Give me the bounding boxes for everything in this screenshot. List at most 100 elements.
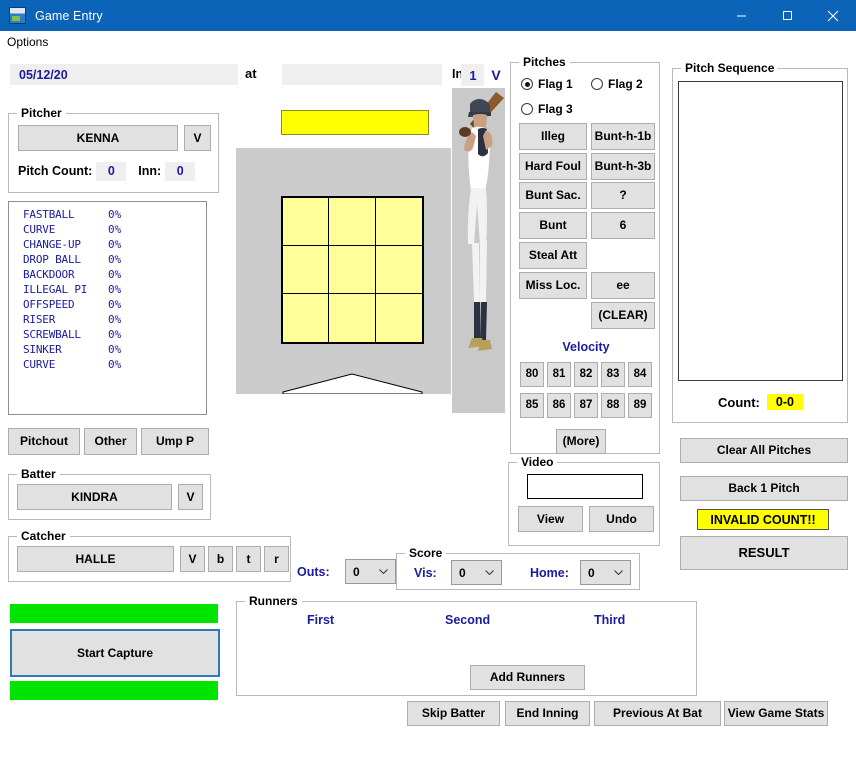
bunt-button[interactable]: Bunt — [519, 212, 587, 239]
pitch-type-list[interactable]: FASTBALL 0% CURVE 0% CHANGE-UP 0% DROP BALL… — [8, 201, 207, 415]
strike-zone-grid[interactable] — [281, 196, 424, 344]
outs-value: 0 — [353, 564, 360, 579]
view-game-stats-button[interactable]: View Game Stats — [724, 701, 828, 726]
list-item[interactable]: FASTBALL 0% — [9, 207, 206, 222]
bunt-h-3b-button[interactable]: Bunt-h-3b — [591, 153, 655, 180]
list-item[interactable]: DROP BALL 0% — [9, 252, 206, 267]
list-item[interactable]: OFFSPEED 0% — [9, 297, 206, 312]
header-inning-value[interactable]: 1 — [461, 64, 485, 86]
velocity-84-button[interactable]: 84 — [628, 362, 652, 387]
zone-cell-2[interactable] — [329, 198, 376, 246]
zone-cell-1[interactable] — [283, 198, 330, 246]
velocity-87-button[interactable]: 87 — [574, 393, 598, 418]
miss-loc-button[interactable]: Miss Loc. — [519, 272, 587, 299]
minimize-icon[interactable] — [718, 0, 764, 31]
more-velocity-button[interactable]: (More) — [556, 429, 606, 454]
video-input[interactable] — [527, 474, 643, 499]
back-one-pitch-button[interactable]: Back 1 Pitch — [680, 476, 848, 501]
catcher-dropdown-button[interactable]: V — [180, 546, 205, 572]
header-inning-dropdown[interactable]: V — [484, 64, 508, 86]
count-row: Count: 0-0 — [678, 391, 843, 413]
zone-cell-9[interactable] — [375, 294, 422, 342]
list-item[interactable]: CURVE 0% — [9, 357, 206, 372]
zone-cell-4[interactable] — [283, 246, 330, 294]
close-icon[interactable] — [810, 0, 856, 31]
menu-item-options[interactable]: Options — [0, 35, 55, 49]
home-score-select[interactable]: 0 — [580, 560, 631, 585]
flag-2-label: Flag 2 — [608, 77, 643, 91]
velocity-82-button[interactable]: 82 — [574, 362, 598, 387]
velocity-83-button[interactable]: 83 — [601, 362, 625, 387]
visitor-label: Vis: — [414, 566, 437, 580]
start-capture-button[interactable]: Start Capture — [10, 629, 220, 677]
ee-button[interactable]: ee — [591, 272, 655, 299]
bunt-sac-button[interactable]: Bunt Sac. — [519, 182, 587, 209]
zone-cell-7[interactable] — [283, 294, 330, 342]
zone-cell-6[interactable] — [375, 246, 422, 294]
pitch-type-pct: 0% — [108, 358, 122, 371]
illeg-button[interactable]: Illeg — [519, 123, 587, 150]
pitch-type-name: SCREWBALL — [23, 328, 81, 341]
six-button[interactable]: 6 — [591, 212, 655, 239]
skip-batter-button[interactable]: Skip Batter — [407, 701, 500, 726]
clear-all-pitches-button[interactable]: Clear All Pitches — [680, 438, 848, 463]
pitches-group: Pitches Flag 1 Flag 2 Flag 3 Illeg Hard … — [510, 55, 660, 454]
pitcher-dropdown-button[interactable]: V — [184, 125, 211, 151]
zone-cell-5[interactable] — [329, 246, 376, 294]
catcher-b-button[interactable]: b — [208, 546, 233, 572]
velocity-85-button[interactable]: 85 — [520, 393, 544, 418]
previous-at-bat-button[interactable]: Previous At Bat — [594, 701, 721, 726]
flag-1-radio[interactable]: Flag 1 — [521, 77, 573, 91]
zone-cell-8[interactable] — [329, 294, 376, 342]
clear-button[interactable]: (CLEAR) — [591, 302, 655, 329]
other-button[interactable]: Other — [84, 428, 137, 455]
velocity-89-button[interactable]: 89 — [628, 393, 652, 418]
velocity-86-button[interactable]: 86 — [547, 393, 571, 418]
velocity-80-button[interactable]: 80 — [520, 362, 544, 387]
list-item[interactable]: SINKER 0% — [9, 342, 206, 357]
unknown-button[interactable]: ? — [591, 182, 655, 209]
game-date-field[interactable]: 05/12/20 — [10, 64, 238, 85]
opponent-field[interactable] — [282, 64, 442, 85]
radio-on-icon — [521, 78, 533, 90]
flag-2-radio[interactable]: Flag 2 — [591, 77, 643, 91]
velocity-81-button[interactable]: 81 — [547, 362, 571, 387]
video-undo-button[interactable]: Undo — [589, 506, 654, 532]
catcher-r-button[interactable]: r — [264, 546, 289, 572]
flag-3-radio[interactable]: Flag 3 — [521, 102, 573, 116]
outs-select[interactable]: 0 — [345, 559, 396, 584]
add-runners-button[interactable]: Add Runners — [470, 665, 585, 690]
batter-name-button[interactable]: KINDRA — [17, 484, 172, 510]
pitcher-inning-label: Inn: — [138, 164, 162, 178]
score-group-label: Score — [405, 546, 447, 560]
bunt-h-1b-button[interactable]: Bunt-h-1b — [591, 123, 655, 150]
ump-p-button[interactable]: Ump P — [141, 428, 209, 455]
pitches-group-label: Pitches — [519, 55, 570, 69]
visitor-score-select[interactable]: 0 — [451, 560, 502, 585]
batter-dropdown-button[interactable]: V — [178, 484, 203, 510]
pitch-type-pct: 0% — [108, 238, 122, 251]
count-value: 0-0 — [766, 394, 803, 410]
list-item[interactable]: CURVE 0% — [9, 222, 206, 237]
list-item[interactable]: SCREWBALL 0% — [9, 327, 206, 342]
flag-1-label: Flag 1 — [538, 77, 573, 91]
zone-cell-3[interactable] — [375, 198, 422, 246]
result-button[interactable]: RESULT — [680, 536, 848, 570]
list-item[interactable]: RISER 0% — [9, 312, 206, 327]
velocity-88-button[interactable]: 88 — [601, 393, 625, 418]
end-inning-button[interactable]: End Inning — [505, 701, 590, 726]
pitchout-button[interactable]: Pitchout — [8, 428, 80, 455]
list-item[interactable]: ILLEGAL PI 0% — [9, 282, 206, 297]
pitch-sequence-list[interactable] — [678, 81, 843, 381]
list-item[interactable]: CHANGE-UP 0% — [9, 237, 206, 252]
video-view-button[interactable]: View — [518, 506, 583, 532]
maximize-icon[interactable] — [764, 0, 810, 31]
visitor-score-value: 0 — [459, 565, 466, 580]
list-item[interactable]: BACKDOOR 0% — [9, 267, 206, 282]
catcher-t-button[interactable]: t — [236, 546, 261, 572]
pitch-type-name: CURVE — [23, 223, 56, 236]
catcher-name-button[interactable]: HALLE — [17, 546, 174, 572]
steal-att-button[interactable]: Steal Att — [519, 242, 587, 269]
hard-foul-button[interactable]: Hard Foul — [519, 153, 587, 180]
pitcher-name-button[interactable]: KENNA — [18, 125, 178, 151]
